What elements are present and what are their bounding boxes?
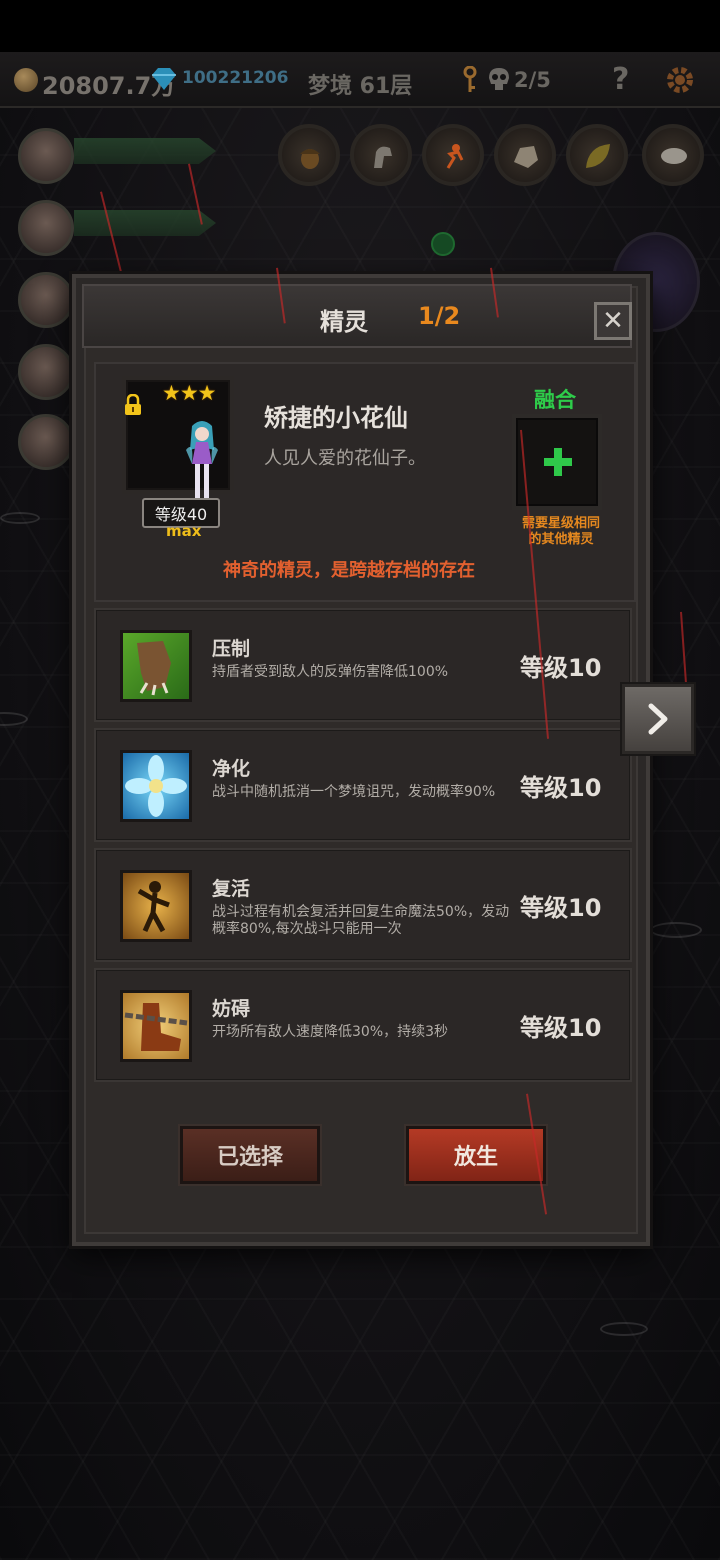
diamond-amount: 100221206 [182, 68, 289, 88]
hero-portrait[interactable] [18, 128, 74, 184]
spirit-page-indicator: 1/2 [418, 302, 461, 330]
help-icon[interactable]: ? [612, 62, 629, 97]
hero-health-bar [74, 210, 216, 236]
skill-description: 持盾者受到敌人的反弹伤害降低100% [212, 664, 449, 680]
skill-level: 等级10 [520, 654, 602, 682]
equipment-slot-acorn[interactable] [278, 124, 340, 186]
hero-portrait[interactable] [18, 272, 74, 328]
dialog-title: 精灵 [320, 308, 368, 336]
runner-icon [446, 144, 464, 169]
notification-badge [431, 232, 455, 256]
skill-description: 战斗中随机抵消一个梦境诅咒，发动概率90% [212, 784, 496, 800]
skill-row[interactable]: 压制 持盾者受到敌人的反弹伤害降低100% 等级10 [94, 608, 632, 722]
hero-health-bar [74, 138, 216, 164]
dream-floor-label: 梦境 61层 [308, 74, 413, 99]
revive-figure-icon [120, 870, 192, 942]
max-level-label: max [166, 522, 202, 540]
chained-boot-icon [120, 990, 192, 1062]
skill-name: 妨碍 [212, 998, 251, 1020]
fusion-hint-line: 的其他精灵 [528, 532, 594, 547]
hero-portrait[interactable] [18, 344, 74, 400]
close-icon: ✕ [602, 306, 624, 336]
skill-name: 复活 [212, 878, 251, 900]
flower-fairy-sprite [186, 421, 218, 500]
plus-icon [544, 448, 572, 476]
resource-top-bar: 20807.7万 100221206 梦境 61层 2/5 ? [0, 52, 720, 108]
close-button[interactable]: ✕ [594, 302, 632, 340]
selected-button[interactable]: 已选择 [180, 1126, 320, 1184]
skill-level: 等级10 [520, 894, 602, 922]
horse-head-icon [374, 146, 392, 168]
equipment-slot-bone[interactable] [642, 124, 704, 186]
spirit-name: 矫捷的小花仙 [264, 404, 408, 432]
equipment-slot-horse[interactable] [350, 124, 412, 186]
rock-icon [514, 146, 538, 168]
skull-icon [489, 68, 509, 90]
diamond-icon [152, 68, 176, 90]
blue-flower-icon [120, 750, 192, 822]
leaf-icon [586, 144, 610, 168]
fusion-hint-line: 需要星级相同 [521, 516, 600, 531]
fusion-label: 融合 [534, 388, 576, 412]
lock-icon [125, 394, 141, 415]
gear-icon[interactable] [664, 64, 696, 96]
gold-coin-icon [14, 68, 38, 92]
bone-icon [661, 148, 687, 164]
spirit-info-panel: ★★★ 等级40 max 矫捷的小花仙 人见人爱的花仙子。 融合 需要星级相同 … [94, 362, 636, 602]
skill-row[interactable]: 复活 战斗过程有机会复活并回复生命魔法50%，发动概率80%,每次战斗只能用一次… [94, 848, 632, 962]
skill-description: 开场所有敌人速度降低30%，持续3秒 [212, 1024, 449, 1040]
ripple-decoration [0, 512, 40, 524]
equipment-slot-rock[interactable] [494, 124, 556, 186]
next-spirit-button[interactable] [622, 684, 694, 754]
star-rating-icon: ★★★ [162, 381, 216, 405]
spirit-description: 人见人爱的花仙子。 [264, 448, 426, 469]
skill-name: 压制 [212, 638, 251, 660]
fusion-hint: 需要星级相同 的其他精灵 [506, 516, 616, 548]
acorn-icon [300, 149, 320, 169]
skill-level: 等级10 [520, 774, 602, 802]
ripple-decoration [650, 922, 702, 938]
skill-level: 等级10 [520, 1014, 602, 1042]
hero-portrait[interactable] [18, 414, 74, 470]
skill-description: 战斗过程有机会复活并回复生命魔法50%，发动概率80%,每次战斗只能用一次 [212, 904, 510, 937]
skill-row[interactable]: 妨碍 开场所有敌人速度降低30%，持续3秒 等级10 [94, 968, 632, 1082]
equipment-slot-leaf[interactable] [566, 124, 628, 186]
skull-count: 2/5 [514, 68, 551, 92]
chevron-right-icon [648, 703, 668, 735]
equipment-slot-runner[interactable] [422, 124, 484, 186]
dialog-title-bar: 精灵 1/2 ✕ [82, 284, 632, 348]
skill-name: 净化 [212, 758, 251, 780]
claw-grass-icon [120, 630, 192, 702]
ripple-decoration [600, 1322, 648, 1336]
key-icon [463, 66, 477, 92]
spirit-tagline: 神奇的精灵，是跨越存档的存在 [223, 560, 475, 581]
hero-portrait[interactable] [18, 200, 74, 256]
spirit-dialog: 精灵 1/2 ✕ ★★★ 等级40 max 矫捷的小花仙 人见人爱的花仙子。 融… [72, 274, 650, 1246]
release-button[interactable]: 放生 [406, 1126, 546, 1184]
skill-row[interactable]: 净化 战斗中随机抵消一个梦境诅咒，发动概率90% 等级10 [94, 728, 632, 842]
